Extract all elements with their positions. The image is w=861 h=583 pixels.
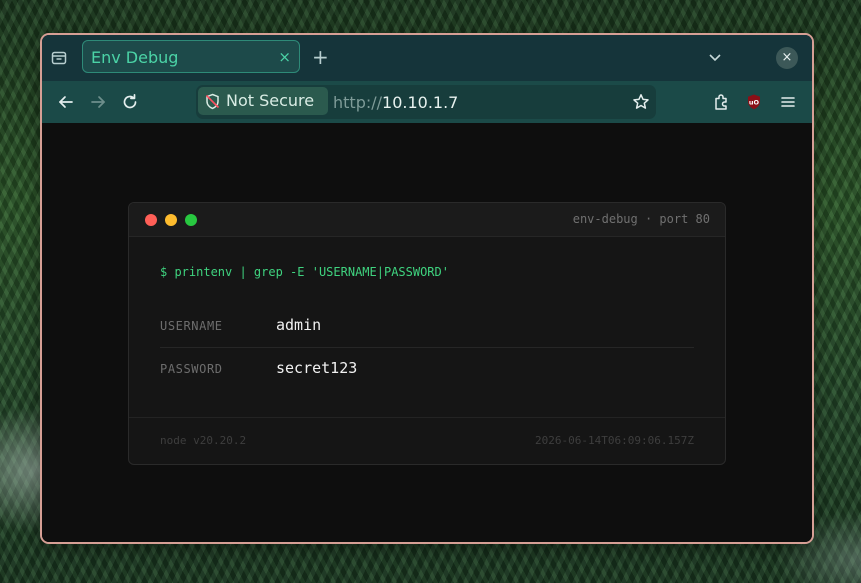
url-protocol: http:// [333, 93, 383, 112]
security-badge[interactable]: Not Secure [198, 87, 328, 115]
star-icon[interactable] [632, 93, 650, 111]
env-key: USERNAME [160, 319, 223, 333]
navigation-toolbar: Not Secure http://10.10.1.7 uO [42, 81, 812, 123]
node-version: node v20.20.2 [160, 434, 247, 447]
chevron-down-icon[interactable] [707, 49, 723, 65]
tab-title: Env Debug [91, 48, 179, 67]
env-key: PASSWORD [160, 362, 223, 376]
url-text[interactable]: http://10.10.1.7 [333, 93, 458, 112]
browser-window: Env Debug × + × Not Secure http://10.10.… [40, 33, 814, 544]
security-label: Not Secure [226, 91, 315, 110]
terminal-header: env-debug · port 80 [129, 203, 725, 237]
ublock-origin-icon[interactable]: uO [745, 93, 763, 111]
svg-text:uO: uO [749, 99, 760, 107]
hamburger-menu-icon[interactable] [779, 93, 797, 111]
reload-icon[interactable] [121, 93, 139, 111]
timestamp: 2026-06-14T06:09:06.157Z [535, 434, 694, 447]
env-row-password: PASSWORD secret123 [160, 348, 694, 390]
shield-slash-icon [204, 93, 221, 110]
env-row-username: USERNAME admin [160, 305, 694, 347]
env-value: secret123 [276, 359, 358, 377]
zoom-dot-icon [185, 214, 197, 226]
tab-bar: Env Debug × + × [42, 35, 812, 81]
terminal-command: $ printenv | grep -E 'USERNAME|PASSWORD' [160, 265, 449, 279]
arrow-right-icon[interactable] [89, 93, 107, 111]
puzzle-icon[interactable] [712, 93, 730, 111]
tab-close-icon[interactable]: × [278, 47, 291, 67]
page-content: env-debug · port 80 $ printenv | grep -E… [42, 123, 812, 542]
address-bar[interactable]: Not Secure http://10.10.1.7 [196, 85, 656, 119]
url-host: 10.10.1.7 [382, 93, 459, 112]
terminal-card: env-debug · port 80 $ printenv | grep -E… [128, 202, 726, 465]
minimize-dot-icon [165, 214, 177, 226]
arrow-left-icon[interactable] [57, 93, 75, 111]
window-close-button[interactable]: × [776, 47, 798, 69]
new-tab-button[interactable]: + [312, 46, 329, 68]
env-value: admin [276, 316, 322, 334]
tab-env-debug[interactable]: Env Debug × [82, 40, 300, 73]
terminal-footer: node v20.20.2 2026-06-14T06:09:06.157Z [129, 417, 725, 464]
terminal-title: env-debug · port 80 [572, 212, 710, 226]
close-dot-icon [145, 214, 157, 226]
tab-list-icon[interactable] [50, 49, 68, 67]
